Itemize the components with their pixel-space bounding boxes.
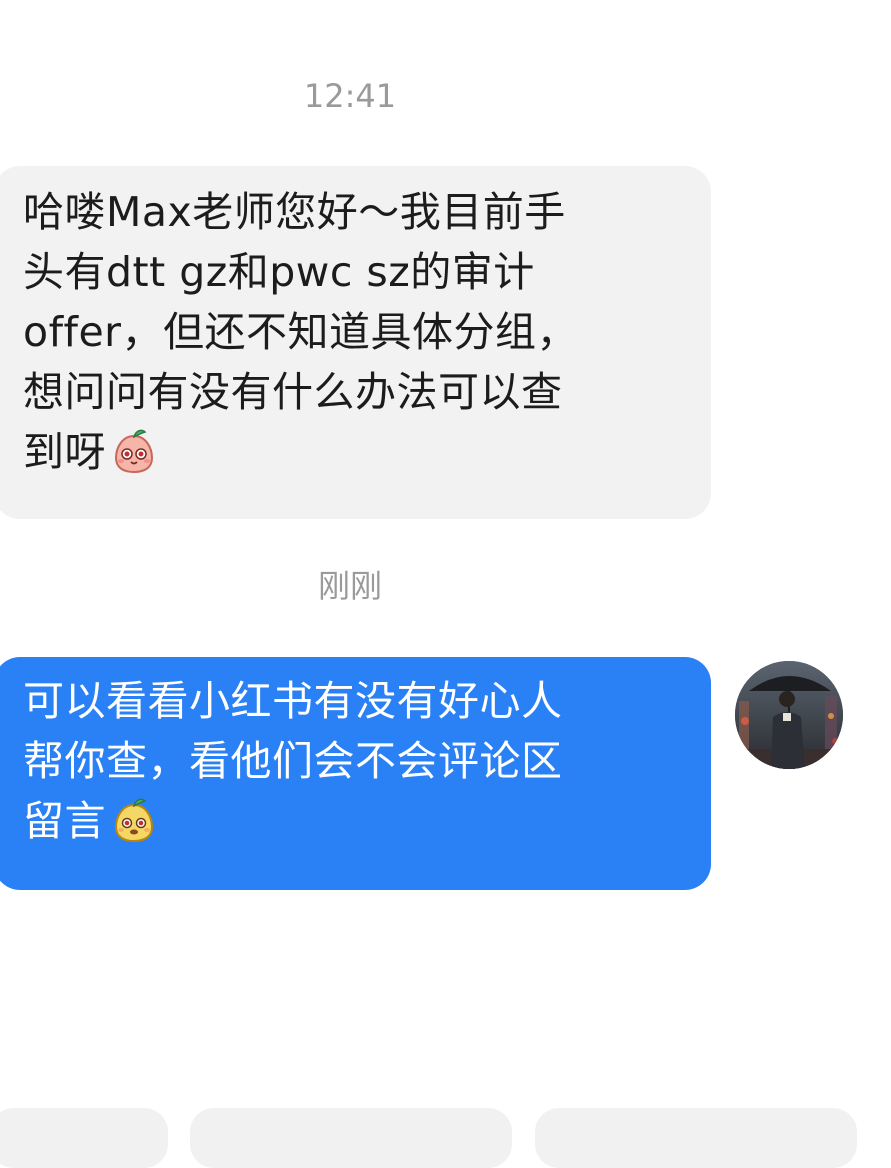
message-line: 哈喽Max老师您好～我目前手	[23, 188, 566, 236]
timestamp-just-now: 刚刚	[317, 567, 382, 605]
message-line: 可以看看小红书有没有好心人	[23, 677, 563, 725]
user-avatar[interactable]	[735, 661, 843, 769]
quick-reply-chip[interactable]	[0, 1108, 168, 1168]
man-with-umbrella-avatar-icon	[735, 661, 843, 769]
message-line: 想问问有没有什么办法可以查	[23, 368, 563, 416]
message-line: 头有dtt gz和pwc sz的审计	[23, 248, 535, 296]
message-line: offer，但还不知道具体分组，	[23, 308, 579, 356]
timestamp-1241: 12:41	[303, 77, 397, 115]
quick-reply-chip[interactable]	[190, 1108, 512, 1168]
message-line-text: 到呀	[23, 428, 106, 476]
yellow-peach-sticker-icon	[114, 798, 154, 843]
incoming-message-bubble[interactable]: 哈喽Max老师您好～我目前手 头有dtt gz和pwc sz的审计 offer，…	[0, 166, 711, 519]
message-line-last: 留言	[23, 791, 687, 851]
message-line-text: 留言	[23, 797, 106, 845]
outgoing-message-bubble[interactable]: 可以看看小红书有没有好心人 帮你查，看他们会不会评论区 留言	[0, 657, 711, 890]
message-line-last: 到呀	[23, 422, 687, 482]
pink-peach-sticker-icon	[114, 429, 154, 474]
message-line: 帮你查，看他们会不会评论区	[23, 737, 563, 785]
quick-reply-chip[interactable]	[535, 1108, 857, 1168]
